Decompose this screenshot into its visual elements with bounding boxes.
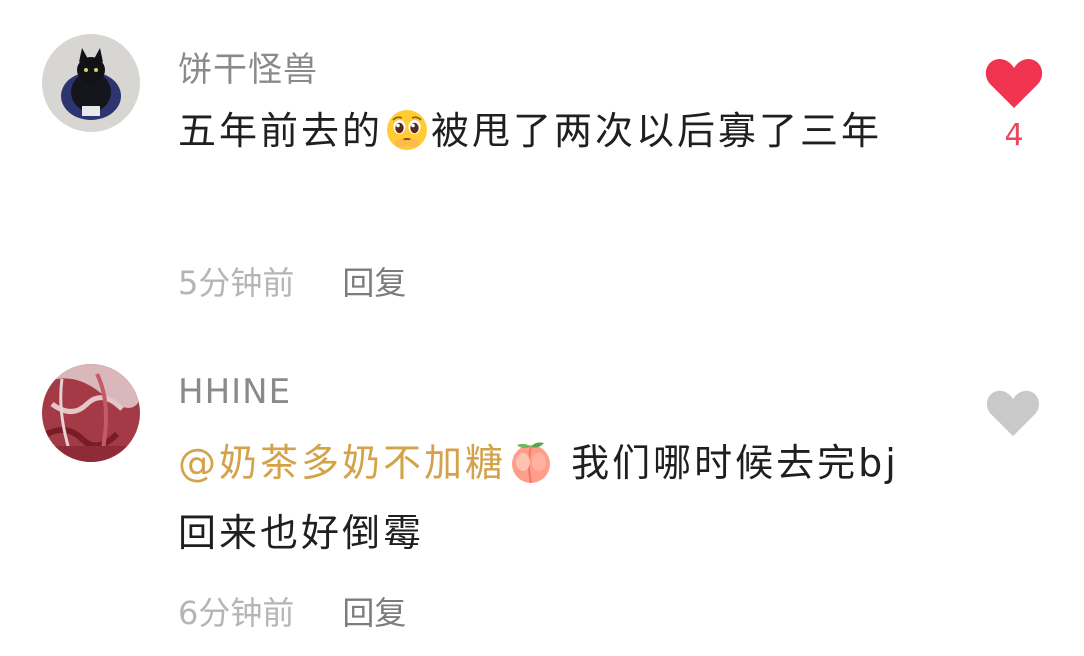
reply-button[interactable]: 回复 <box>342 264 406 302</box>
cat-avatar-icon <box>42 34 140 132</box>
comment-text-part: 被甩了两次以后寡了三年 <box>431 109 883 153</box>
avatar[interactable] <box>42 34 140 132</box>
comment-text: 五年前去的 被甩了两次以后寡了三年 <box>178 100 938 170</box>
username[interactable]: HHINE <box>178 372 291 412</box>
comment-meta: 6分钟前 回复 <box>178 588 406 634</box>
comment-text-part: 五年前去的 <box>178 109 384 153</box>
heart-filled-icon <box>985 59 1043 108</box>
red-fabric-avatar-icon <box>42 364 140 462</box>
comment-item: HHINE @奶茶多奶不加糖 我们哪时候去完bj回来也好倒霉 6分钟前 回复 <box>0 330 1084 656</box>
comment-item: 饼干怪兽 五年前去的 被甩了两次以后寡了三年 5分钟前 回复 4 <box>0 0 1084 330</box>
heart-outline-icon <box>986 390 1040 437</box>
avatar[interactable] <box>42 364 140 462</box>
reply-button[interactable]: 回复 <box>342 594 406 632</box>
mention-link[interactable]: @奶茶多奶不加糖 <box>178 441 506 485</box>
comment-text: @奶茶多奶不加糖 我们哪时候去完bj回来也好倒霉 <box>178 432 938 564</box>
like-button[interactable] <box>984 388 1044 448</box>
username[interactable]: 饼干怪兽 <box>178 42 318 91</box>
peach-emoji-icon <box>508 440 554 502</box>
like-button[interactable]: 4 <box>984 56 1044 156</box>
timestamp: 6分钟前 <box>178 594 295 632</box>
pleading-face-emoji-icon <box>385 108 429 170</box>
like-count: 4 <box>1004 118 1024 153</box>
timestamp: 5分钟前 <box>178 264 295 302</box>
comment-meta: 5分钟前 回复 <box>178 258 406 304</box>
